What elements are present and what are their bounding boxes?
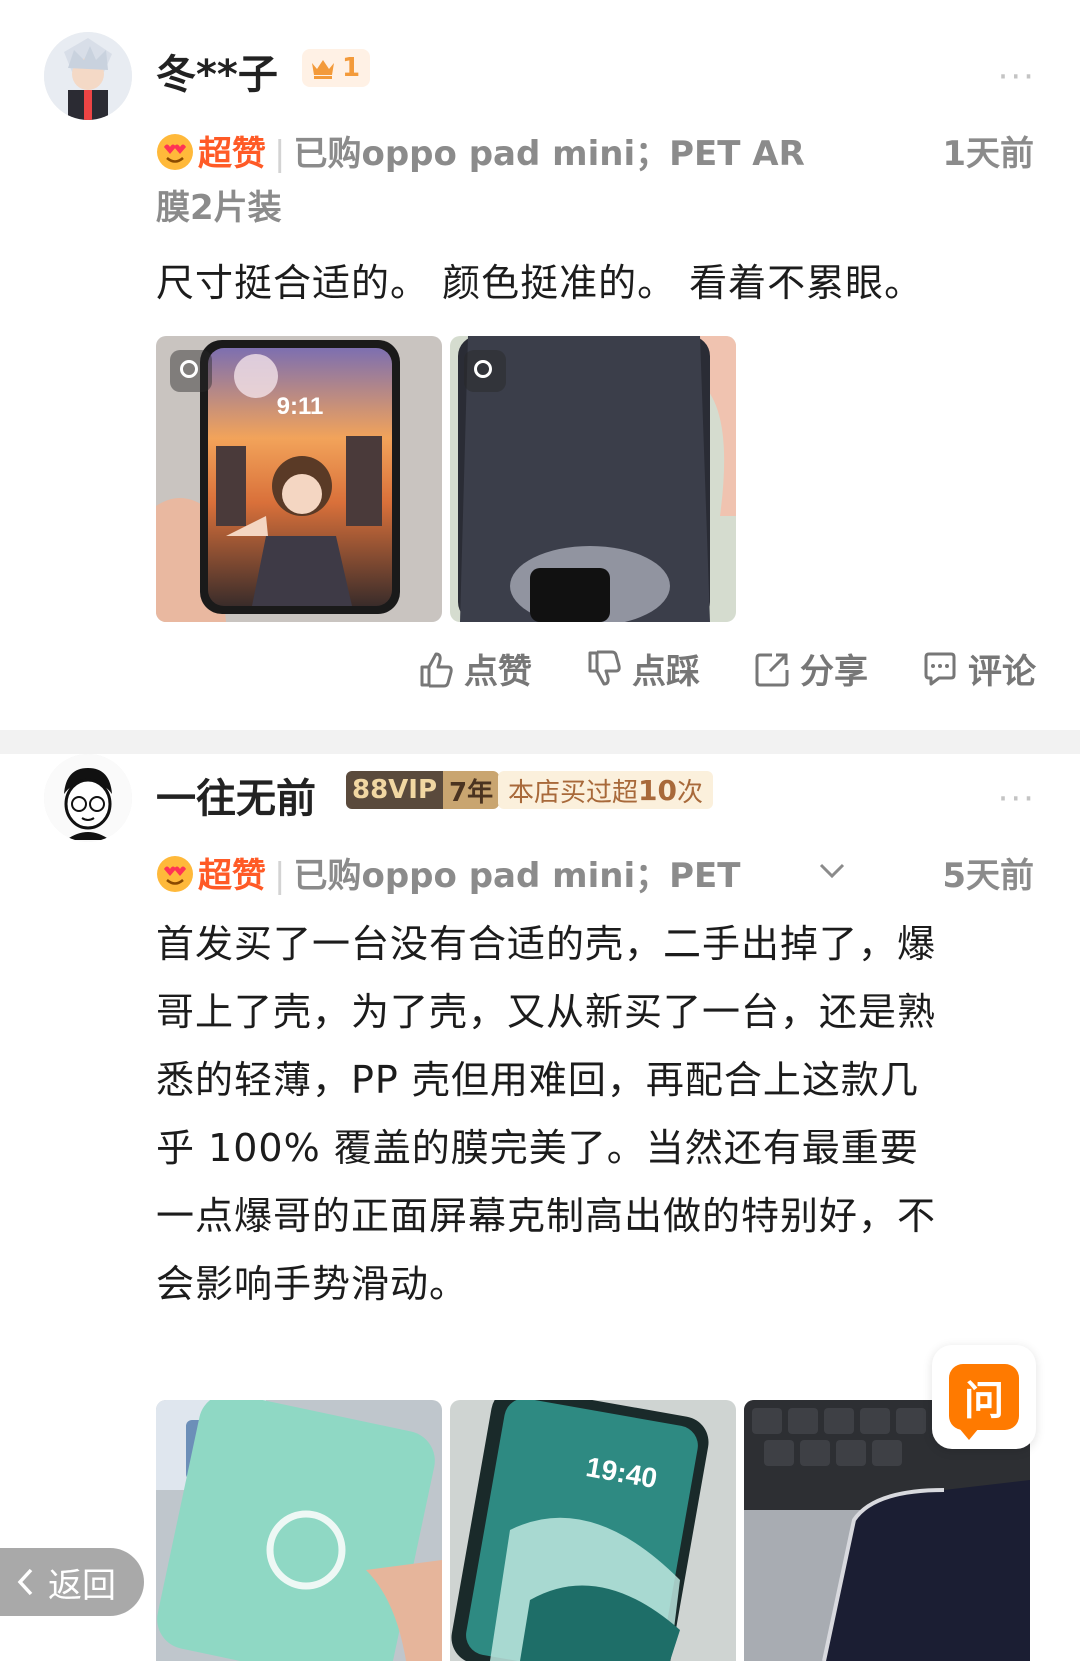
content-line: 乎 100% 覆盖的膜完美了。当然还有最重要 [156, 1126, 919, 1170]
chevron-down-icon[interactable] [818, 862, 846, 880]
photo-image: 19:40 [450, 1400, 736, 1661]
dislike-label: 点踩 [632, 652, 700, 692]
review-photo[interactable]: 19:40 [450, 1400, 736, 1661]
heart-eyes-emoji-icon [156, 133, 194, 180]
level-number: 1 [342, 53, 361, 83]
section-divider [0, 730, 1080, 754]
user-avatar[interactable] [44, 32, 132, 120]
more-options-icon[interactable]: ··· [998, 60, 1036, 94]
purchase-info: 超赞 | 已购oppo pad mini；PET AR [156, 126, 805, 180]
content-line: 会影响手势滑动。 [156, 1262, 469, 1306]
thumbs-up-icon [420, 652, 453, 687]
chevron-left-icon [17, 1568, 33, 1596]
dislike-button[interactable]: 点踩 [584, 644, 700, 693]
level-badge: 1 [302, 49, 371, 87]
more-options-icon[interactable]: ··· [998, 782, 1036, 816]
review-photo[interactable] [450, 336, 736, 622]
shop-badge-prefix: 本店买过超 [508, 777, 639, 808]
ask-icon: 问 [949, 1364, 1019, 1440]
content-line: 首发买了一台没有合适的壳，二手出掉了，爆 [156, 922, 937, 966]
share-icon [755, 653, 789, 686]
purchase-info: 超赞 | 已购oppo pad mini；PET [156, 848, 740, 902]
comment-icon [924, 652, 956, 685]
content-line: 一点爆哥的正面屏幕克制高出做的特别好，不 [156, 1194, 937, 1238]
like-button[interactable]: 点赞 [416, 644, 532, 693]
share-label: 分享 [800, 652, 868, 692]
avatar-image [44, 32, 132, 120]
purchase-text: 已购oppo pad mini；PET [293, 856, 741, 896]
review-photo[interactable] [156, 1400, 442, 1661]
username[interactable]: 一往无前 [156, 766, 316, 824]
shop-badge-suffix: 次 [676, 777, 703, 808]
content-line: 哥上了壳，为了壳，又从新买了一台，还是熟 [156, 990, 937, 1034]
comment-button[interactable]: 评论 [920, 644, 1036, 693]
shop-badge-count: 10 [638, 773, 677, 807]
rating-label: 超赞 [198, 134, 266, 174]
divider: | [274, 856, 286, 896]
review-time: 5天前 [942, 856, 1034, 896]
review-content: 首发买了一台没有合适的壳，二手出掉了，爆 哥上了壳，为了壳，又从新买了一台，还是… [156, 910, 1036, 1318]
vip-badge: 88VIP 7年 [346, 771, 500, 809]
user-avatar[interactable] [44, 754, 132, 842]
action-bar: 点赞 点踩 分享 评论 [416, 644, 1036, 693]
review-card: 冬**子 1 ··· 超赞 | 已购oppo pad mini；PET AR 膜2片… [0, 0, 1080, 730]
vip-years: 7年 [443, 771, 500, 809]
thumbs-down-icon [588, 650, 621, 685]
review-time: 1天前 [942, 134, 1034, 174]
purchase-info-line2: 膜2片装 [156, 188, 282, 228]
photo-image [156, 1400, 442, 1661]
purchase-text: 已购oppo pad mini；PET AR [293, 134, 805, 174]
ask-question-button[interactable]: 问 [932, 1345, 1036, 1449]
review-photo[interactable]: 9:11 [156, 336, 442, 622]
camera-icon [170, 350, 212, 392]
content-line: 悉的轻薄，PP 壳但用难回，再配合上这款几 [156, 1058, 919, 1102]
crown-icon [312, 60, 334, 79]
heart-eyes-emoji-icon [156, 855, 194, 902]
divider: | [274, 134, 286, 174]
vip-label: 88VIP [346, 771, 444, 809]
avatar-image [44, 754, 132, 842]
like-label: 点赞 [464, 652, 532, 692]
camera-icon [464, 350, 506, 392]
back-button[interactable]: 返回 [0, 1548, 144, 1616]
shop-purchase-badge: 本店买过超 10 次 [498, 771, 713, 809]
review-content: 尺寸挺合适的。 颜色挺准的。 看着不累眼。 [156, 261, 924, 305]
review-card: 一往无前 88VIP 7年 本店买过超 10 次 ··· 超赞 | 已购oppo pad… [0, 754, 1080, 1661]
back-label: 返回 [48, 1565, 116, 1606]
photo-clock: 9:11 [277, 393, 324, 420]
rating-label: 超赞 [198, 856, 266, 896]
username[interactable]: 冬**子 [156, 42, 278, 100]
share-button[interactable]: 分享 [752, 644, 868, 693]
comment-label: 评论 [968, 652, 1036, 692]
